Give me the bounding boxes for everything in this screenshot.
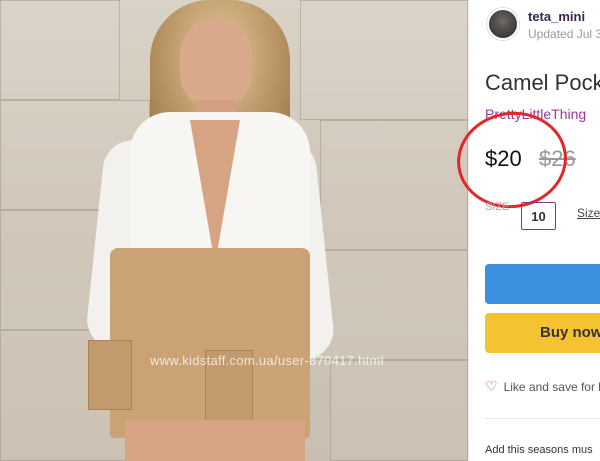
cargo-pocket-left bbox=[88, 340, 132, 410]
updated-date: Updated Jul 3 bbox=[528, 27, 600, 41]
like-label: Like and save for la bbox=[503, 380, 600, 394]
watermark: www.kidstaff.com.ua/user-870417.html bbox=[150, 353, 384, 368]
product-photo[interactable]: www.kidstaff.com.ua/user-870417.html bbox=[0, 0, 468, 461]
wall-block bbox=[320, 120, 468, 250]
size-label: SIZE bbox=[485, 201, 510, 213]
buy-button[interactable] bbox=[485, 264, 600, 304]
seller-info[interactable]: teta_mini Updated Jul 3 bbox=[487, 6, 600, 42]
seller-name[interactable]: teta_mini bbox=[528, 9, 585, 24]
model-face bbox=[180, 18, 252, 110]
wall-block bbox=[0, 0, 120, 100]
wall-block bbox=[330, 360, 468, 461]
like-button[interactable]: ♡ Like and save for la bbox=[485, 378, 600, 395]
seller-avatar[interactable] bbox=[487, 8, 519, 40]
product-description: Add this seasons mus bbox=[485, 444, 593, 456]
model-legs bbox=[125, 420, 305, 461]
buy-now-button[interactable]: Buy now bbox=[485, 313, 600, 353]
product-panel: teta_mini Updated Jul 3 Camel Pock Prett… bbox=[450, 0, 600, 461]
heart-icon: ♡ bbox=[485, 378, 498, 394]
size-guide-link[interactable]: Size bbox=[577, 206, 600, 220]
wall-block bbox=[300, 0, 468, 120]
size-option[interactable]: 10 bbox=[521, 202, 556, 230]
product-title: Camel Pock bbox=[485, 70, 600, 95]
wall-block bbox=[310, 250, 468, 360]
divider bbox=[485, 418, 600, 419]
